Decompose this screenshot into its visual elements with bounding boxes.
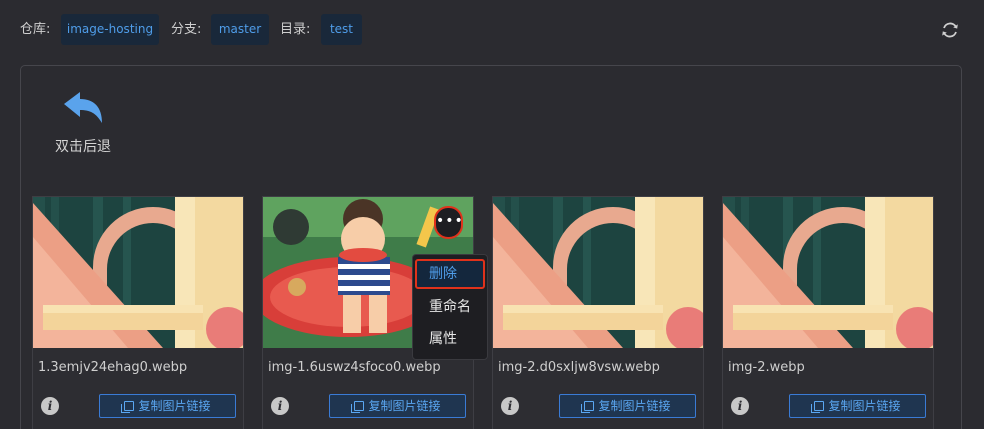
file-name: img-2.d0sxljw8vsw.webp (498, 360, 660, 375)
more-icon[interactable]: ••• (434, 206, 463, 239)
menu-item-properties[interactable]: 属性 (429, 330, 457, 348)
file-name: 1.3emjv24ehag0.webp (38, 360, 188, 375)
info-icon[interactable]: i (271, 397, 289, 415)
repo-chip[interactable]: image-hosting (61, 14, 159, 45)
copy-icon (351, 401, 365, 413)
dir-label: 目录: (280, 22, 311, 37)
copy-link-button[interactable]: 复制图片链接 (559, 394, 696, 418)
copy-link-label: 复制图片链接 (368, 399, 441, 413)
file-name: img-1.6uswz4sfoco0.webp (268, 360, 441, 375)
back-label[interactable]: 双击后退 (55, 138, 111, 156)
branch-chip[interactable]: master (211, 14, 269, 45)
copy-link-label: 复制图片链接 (598, 399, 671, 413)
file-name: img-2.webp (728, 360, 805, 375)
info-icon[interactable]: i (731, 397, 749, 415)
image-thumbnail[interactable] (33, 197, 243, 348)
copy-link-button[interactable]: 复制图片链接 (329, 394, 466, 418)
back-arrow-icon[interactable] (62, 90, 106, 126)
copy-link-label: 复制图片链接 (828, 399, 901, 413)
context-menu: 删除 重命名 属性 (412, 254, 488, 360)
image-card-4[interactable]: img-2.webp i 复制图片链接 (722, 196, 934, 429)
info-icon[interactable]: i (501, 397, 519, 415)
copy-link-label: 复制图片链接 (138, 399, 211, 413)
image-thumbnail[interactable] (493, 197, 703, 348)
refresh-icon[interactable] (940, 20, 960, 40)
copy-link-button[interactable]: 复制图片链接 (789, 394, 926, 418)
branch-label: 分支: (171, 22, 202, 37)
copy-link-button[interactable]: 复制图片链接 (99, 394, 236, 418)
toolbar: 仓库: image-hosting 分支: master 目录: test (0, 0, 984, 60)
info-icon[interactable]: i (41, 397, 59, 415)
menu-item-delete[interactable]: 删除 (415, 259, 485, 289)
dir-chip[interactable]: test (321, 14, 362, 45)
image-card-1[interactable]: 1.3emjv24ehag0.webp i 复制图片链接 (32, 196, 244, 429)
repo-label: 仓库: (20, 22, 51, 37)
copy-icon (121, 401, 135, 413)
copy-icon (811, 401, 825, 413)
menu-item-rename[interactable]: 重命名 (429, 298, 471, 316)
image-card-3[interactable]: img-2.d0sxljw8vsw.webp i 复制图片链接 (492, 196, 704, 429)
copy-icon (581, 401, 595, 413)
image-thumbnail[interactable] (723, 197, 933, 348)
